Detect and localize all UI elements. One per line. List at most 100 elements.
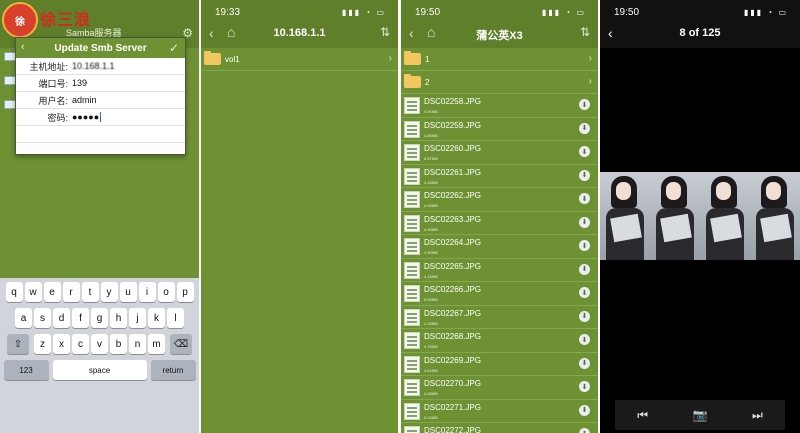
port-field[interactable]: 端口号: 139 xyxy=(16,75,185,92)
previous-icon[interactable]: ⏮ xyxy=(637,408,648,423)
onscreen-keyboard: qwertyuiop asdfghjkl ⇧ zxcvbnm ⌫ 123 spa… xyxy=(0,278,199,433)
image-thumbnail-icon xyxy=(404,426,420,433)
file-row[interactable]: DSC02268.JPG 4.76MB ⬇ xyxy=(401,329,598,353)
empty-row xyxy=(16,126,185,143)
sort-icon[interactable]: ⇅ xyxy=(580,25,590,39)
file-name: DSC02266.JPG xyxy=(424,285,481,294)
key-a[interactable]: a xyxy=(15,308,32,328)
download-icon[interactable]: ⬇ xyxy=(579,404,590,416)
key-j[interactable]: j xyxy=(129,308,146,328)
key-d[interactable]: d xyxy=(53,308,70,328)
key-g[interactable]: g xyxy=(91,308,108,328)
username-field[interactable]: 用户名: admin xyxy=(16,92,185,109)
shift-key[interactable]: ⇧ xyxy=(7,334,29,354)
key-q[interactable]: q xyxy=(5,282,23,302)
file-row[interactable]: DSC02263.JPG 4.30MB ⬇ xyxy=(401,212,598,235)
download-icon[interactable]: ⬇ xyxy=(579,357,590,369)
download-icon[interactable]: ⬇ xyxy=(579,122,590,134)
download-icon[interactable]: ⬇ xyxy=(579,381,590,392)
file-size: 5.39MB xyxy=(424,297,438,302)
key-y[interactable]: y xyxy=(100,282,118,302)
file-row[interactable]: DSC02271.JPG 6.24MB ⬇ xyxy=(401,400,598,423)
status-time: 19:33 xyxy=(215,6,241,18)
key-v[interactable]: v xyxy=(91,334,108,354)
image-thumbnail-icon xyxy=(404,285,420,302)
key-u[interactable]: u xyxy=(119,282,137,302)
photo-image[interactable] xyxy=(600,172,800,260)
download-icon[interactable]: ⬇ xyxy=(579,169,590,181)
image-thumbnail-icon xyxy=(404,97,420,114)
file-size: 4.50MB xyxy=(424,250,438,255)
camera-icon[interactable]: 📷 xyxy=(693,408,708,422)
image-thumbnail-icon xyxy=(404,191,420,208)
key-o[interactable]: o xyxy=(157,282,175,302)
file-row[interactable]: DSC02272.JPG ⬇ xyxy=(401,423,598,433)
file-row[interactable]: DSC02261.JPG 4.45MB ⬇ xyxy=(401,165,598,188)
key-t[interactable]: t xyxy=(81,282,99,302)
key-c[interactable]: c xyxy=(72,334,89,354)
download-icon[interactable]: ⬇ xyxy=(579,99,590,110)
next-icon[interactable]: ⏭ xyxy=(752,408,763,423)
folder-name: 2 xyxy=(425,77,430,87)
key-s[interactable]: s xyxy=(34,308,51,328)
download-icon[interactable]: ⬇ xyxy=(579,263,590,275)
download-icon[interactable]: ⬇ xyxy=(579,310,590,322)
download-icon[interactable]: ⬇ xyxy=(579,193,590,204)
numbers-key[interactable]: 123 xyxy=(3,360,49,380)
key-n[interactable]: n xyxy=(129,334,146,354)
download-icon[interactable]: ⬇ xyxy=(579,334,590,345)
backspace-key[interactable]: ⌫ xyxy=(170,334,192,354)
file-row[interactable]: DSC02265.JPG 4.18MB ⬇ xyxy=(401,259,598,282)
key-z[interactable]: z xyxy=(34,334,51,354)
download-icon[interactable]: ⬇ xyxy=(579,216,590,228)
download-icon[interactable]: ⬇ xyxy=(579,287,590,298)
key-e[interactable]: e xyxy=(43,282,61,302)
folder-row[interactable]: vol1 › xyxy=(201,48,398,71)
download-icon[interactable]: ⬇ xyxy=(579,146,590,157)
key-b[interactable]: b xyxy=(110,334,127,354)
download-icon[interactable]: ⬇ xyxy=(579,240,590,251)
image-thumbnail-icon xyxy=(404,261,420,279)
key-w[interactable]: w xyxy=(24,282,42,302)
host-field[interactable]: 主机地址: 10.168.1.1 xyxy=(16,58,185,75)
folder-row[interactable]: 1 › xyxy=(401,48,598,71)
keyboard-row-4: 123 space return xyxy=(0,360,199,380)
image-thumbnail-icon xyxy=(404,144,420,161)
return-key[interactable]: return xyxy=(150,360,196,380)
key-k[interactable]: k xyxy=(148,308,165,328)
dialog-header: ‹ Update Smb Server ✓ xyxy=(16,38,185,58)
confirm-check-icon[interactable]: ✓ xyxy=(169,41,179,55)
sort-icon[interactable]: ⇅ xyxy=(380,25,390,39)
key-x[interactable]: x xyxy=(53,334,70,354)
photo-frame xyxy=(600,172,650,260)
file-size: 4.25MB xyxy=(424,320,438,326)
password-field[interactable]: 密码: ●●●●● xyxy=(16,109,185,126)
file-name: DSC02267.JPG xyxy=(424,308,481,318)
chevron-right-icon: › xyxy=(588,53,592,64)
p3-navbar: 19:50 ▮▮▮ ◔ ▭ ‹ ⌂ 蒲公英X3 ⇅ xyxy=(401,0,598,48)
file-row[interactable]: DSC02267.JPG 4.25MB ⬇ xyxy=(401,306,598,329)
download-icon[interactable]: ⬇ xyxy=(579,428,590,433)
space-key[interactable]: space xyxy=(52,360,147,380)
image-thumbnail-icon xyxy=(404,332,420,349)
file-row[interactable]: DSC02266.JPG 5.39MB ⬇ xyxy=(401,282,598,306)
file-row[interactable]: DSC02259.JPG 4.88MB ⬇ xyxy=(401,118,598,141)
key-l[interactable]: l xyxy=(167,308,184,328)
file-row[interactable]: DSC02258.JPG 4.91MB ⬇ xyxy=(401,94,598,118)
key-m[interactable]: m xyxy=(148,334,165,354)
image-thumbnail-icon xyxy=(404,308,420,326)
port-label: 端口号: xyxy=(38,78,68,89)
folder-row[interactable]: 2 › xyxy=(401,71,598,94)
file-row[interactable]: DSC02262.JPG 4.53MB ⬇ xyxy=(401,188,598,212)
key-h[interactable]: h xyxy=(110,308,127,328)
key-p[interactable]: p xyxy=(176,282,194,302)
file-row[interactable]: DSC02260.JPG 5.87MB ⬇ xyxy=(401,141,598,165)
key-r[interactable]: r xyxy=(62,282,80,302)
file-size: 5.87MB xyxy=(424,156,438,161)
key-f[interactable]: f xyxy=(72,308,89,328)
file-row[interactable]: DSC02269.JPG 4.64MB ⬇ xyxy=(401,353,598,376)
key-i[interactable]: i xyxy=(138,282,156,302)
file-row[interactable]: DSC02264.JPG 4.50MB ⬇ xyxy=(401,235,598,259)
folder-icon xyxy=(404,51,421,65)
file-row[interactable]: DSC02270.JPG 4.38MB ⬇ xyxy=(401,376,598,400)
